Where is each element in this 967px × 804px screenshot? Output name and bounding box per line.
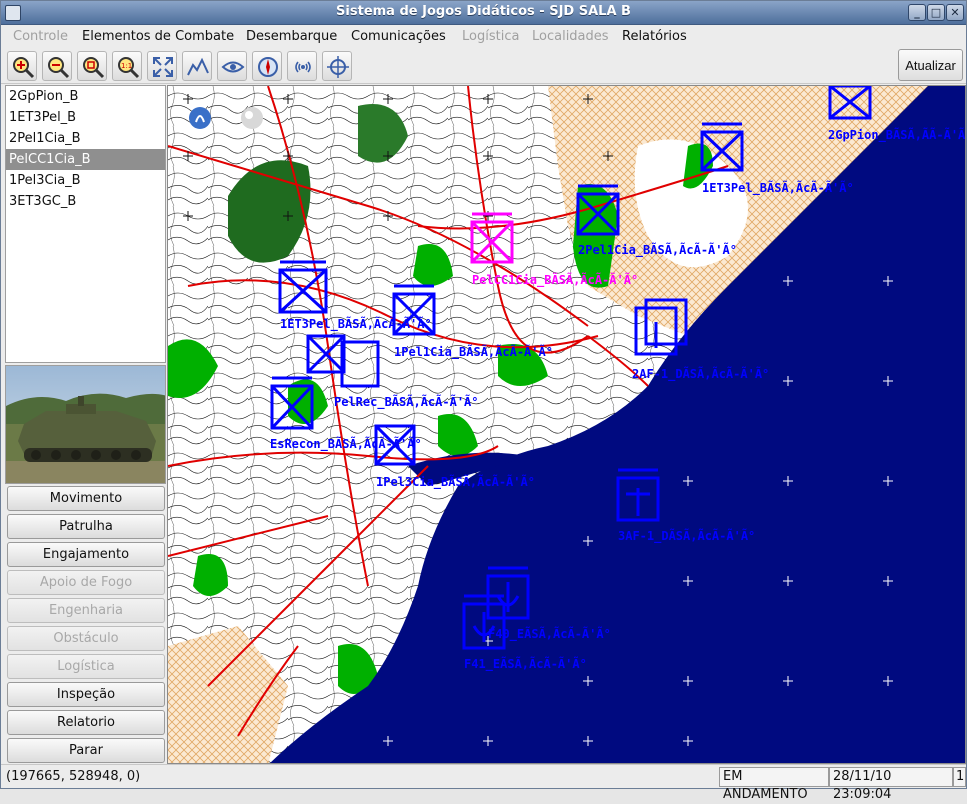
crosshair-icon[interactable] <box>322 51 352 81</box>
apoio-de-fogo-button[interactable]: Apoio de Fogo <box>7 570 165 595</box>
zoom-out-icon[interactable] <box>42 51 72 81</box>
game-datetime: 28/11/10 23:09:04 <box>829 767 953 802</box>
maximize-button[interactable]: □ <box>927 4 945 21</box>
unit-label-1et3pel-west: 1ET3Pel_BÃSÃ,ÃcÃ-Ã'Ã° <box>280 316 432 332</box>
unit-item-2gppion[interactable]: 2GpPion_B <box>6 86 165 107</box>
unit-item-3et3gc[interactable]: 3ET3GC_B <box>6 191 165 212</box>
unit-label-2af1: 2AF-1_DÃSÃ,ÃcÃ-Ã'Ã° <box>632 366 769 382</box>
unit-label-1pel1cia: 1Pel1Cia_BÃSÃ,ÃcÃ-Ã'Ã° <box>394 344 553 360</box>
north-arrow-icon <box>189 107 211 129</box>
zoom-fit-icon[interactable] <box>77 51 107 81</box>
unit-label-1et3pel: 1ET3Pel_BÃSÃ,ÃcÃ-Ã'Ã° <box>702 180 854 196</box>
unit-label-1pel3cia: 1Pel3Cia_BÃSÃ,ÃcÃ-Ã'Ã° <box>376 474 535 490</box>
game-state: EM ANDAMENTO <box>719 767 829 802</box>
unit-label-3af1: 3AF-1_DÃSÃ,ÃcÃ-Ã'Ã° <box>618 528 755 544</box>
tactical-map[interactable]: 2GpPion_BÃSÃ,ÃÃ-Ã'Ã° 1ET3Pel_BÃSÃ,ÃcÃ-Ã'… <box>167 85 966 764</box>
engajamento-button[interactable]: Engajamento <box>7 542 165 567</box>
page-indicator: 1 <box>953 767 966 787</box>
lighting-orb-icon <box>241 107 263 129</box>
menu-desembarque[interactable]: Desembarque <box>246 29 337 44</box>
logistica-button[interactable]: Logística <box>7 654 165 679</box>
engenharia-button[interactable]: Engenharia <box>7 598 165 623</box>
obstaculo-button[interactable]: Obstáculo <box>7 626 165 651</box>
zoom-in-icon[interactable] <box>7 51 37 81</box>
menu-elementos-de-combate[interactable]: Elementos de Combate <box>82 29 234 44</box>
relatorio-button[interactable]: Relatorio <box>7 710 165 735</box>
unit-label-2gppion: 2GpPion_BÃSÃ,ÃÃ-Ã'Ã° <box>828 127 966 143</box>
inspecao-button[interactable]: Inspeção <box>7 682 165 707</box>
left-panel: 2GpPion_B 1ET3Pel_B 2Pel1Cia_B PelCC1Cia… <box>5 85 166 764</box>
status-bar: (197665, 528948, 0) EM ANDAMENTO 28/11/1… <box>1 764 966 802</box>
unit-item-pelcc1cia[interactable]: PelCC1Cia_B <box>6 149 165 170</box>
close-button[interactable]: ✕ <box>946 4 964 21</box>
unit-label-2pel1cia: 2Pel1Cia_BÃSÃ,ÃcÃ-Ã'Ã° <box>578 242 737 258</box>
menu-controle[interactable]: Controle <box>13 29 68 44</box>
unit-label-f40: F40_EÃSÃ,ÃcÃ-Ã'Ã° <box>488 626 611 642</box>
window-title: Sistema de Jogos Didáticos - SJD SALA B <box>336 4 631 19</box>
menu-relatorios[interactable]: Relatórios <box>622 29 687 44</box>
refresh-button[interactable]: Atualizar <box>898 49 963 81</box>
menu-logistica[interactable]: Logística <box>462 29 519 44</box>
terrain-profile-icon[interactable] <box>182 51 212 81</box>
zoom-actual-icon[interactable]: 1:1 <box>112 51 142 81</box>
radio-signal-icon[interactable] <box>287 51 317 81</box>
movimento-button[interactable]: Movimento <box>7 486 165 511</box>
fullscreen-icon[interactable] <box>147 51 177 81</box>
unit-label-f41: F41_EÃSÃ,ÃcÃ-Ã'Ã° <box>464 656 587 672</box>
menu-comunicacoes[interactable]: Comunicações <box>351 29 446 44</box>
title-bar[interactable]: Sistema de Jogos Didáticos - SJD SALA B … <box>1 1 966 25</box>
menu-bar: Controle Elementos de Combate Desembarqu… <box>1 26 966 48</box>
app-window: Sistema de Jogos Didáticos - SJD SALA B … <box>0 0 967 802</box>
patrulha-button[interactable]: Patrulha <box>7 514 165 539</box>
menu-localidades[interactable]: Localidades <box>532 29 609 44</box>
parar-button[interactable]: Parar <box>7 738 165 763</box>
unit-label-pelcc1cia: PelCC1Cia_BÃSÃ,ÃcÃ-Ã'Ã° <box>472 272 638 288</box>
unit-item-1pel3cia[interactable]: 1Pel3Cia_B <box>6 170 165 191</box>
unit-photo <box>5 365 166 484</box>
svg-text:1:1: 1:1 <box>121 62 132 70</box>
unit-list[interactable]: 2GpPion_B 1ET3Pel_B 2Pel1Cia_B PelCC1Cia… <box>5 85 166 363</box>
unit-label-esrecon: EsRecon_BÃSÃ,ÃcÃ-Ã'Ã° <box>270 436 422 452</box>
unit-label-pelrec: PelRec_BÃSÃ,ÃcÃ-Ã'Ã° <box>334 394 479 410</box>
toolbar: 1:1 Atualizar <box>1 48 966 84</box>
unit-item-2pel1cia[interactable]: 2Pel1Cia_B <box>6 128 165 149</box>
cursor-coordinates: (197665, 528948, 0) <box>6 769 141 784</box>
compass-icon[interactable] <box>252 51 282 81</box>
visibility-icon[interactable] <box>217 51 247 81</box>
minimize-button[interactable]: _ <box>908 4 926 21</box>
unit-item-1et3pel[interactable]: 1ET3Pel_B <box>6 107 165 128</box>
